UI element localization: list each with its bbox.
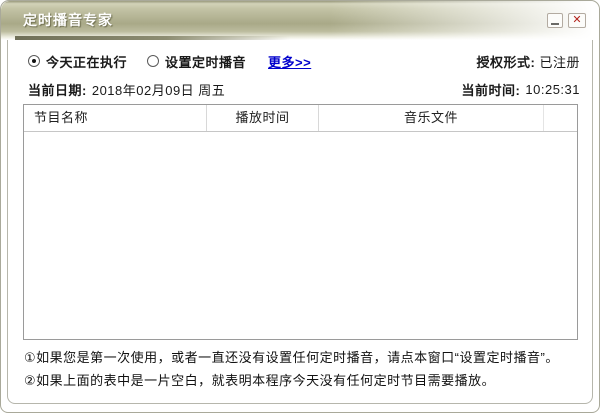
close-button[interactable]: ✕ [568,13,586,28]
radio-setup-control[interactable] [147,55,159,67]
schedule-table-header: 节目名称 播放时间 音乐文件 [24,105,577,132]
current-time: 当前时间: 10:25:31 [462,80,580,99]
app-window: 定时播音专家 ✕ 今天正在执行 设置定时播音 更多>> 授权形式: 已注册 [0,0,600,413]
current-date-value: 2018年02月09日 周五 [92,80,225,99]
status-row: 当前日期: 2018年02月09日 周五 当前时间: 10:25:31 [28,80,580,98]
footnote-line-2: ②如果上面的表中是一片空白，就表明本程序今天没有任何定时节目需要播放。 [24,369,582,392]
close-icon: ✕ [572,15,581,26]
license-status: 授权形式: 已注册 [477,52,580,71]
footnotes: ①如果您是第一次使用，或者一直还没有设置任何定时播音，请点本窗口“设置定时播音”… [24,346,582,392]
radio-setup-option[interactable]: 设置定时播音 [147,52,246,71]
column-header-blank [544,105,577,131]
radio-today-option[interactable]: 今天正在执行 [28,52,127,71]
radio-today-label: 今天正在执行 [46,52,127,71]
more-link[interactable]: 更多>> [268,52,311,71]
radio-setup-label: 设置定时播音 [165,52,246,71]
column-header-play-time[interactable]: 播放时间 [207,105,319,131]
window-title: 定时播音专家 [23,10,113,30]
radio-today-control[interactable] [28,55,40,67]
column-header-program-name[interactable]: 节目名称 [24,105,207,131]
titlebar[interactable]: 定时播音专家 ✕ [1,1,599,40]
minimize-button[interactable] [547,13,563,28]
content-panel: 今天正在执行 设置定时播音 更多>> 授权形式: 已注册 当前日期: 2018年… [7,40,593,404]
schedule-table-body[interactable] [24,132,577,339]
column-header-music-file[interactable]: 音乐文件 [319,105,544,131]
mode-toolbar: 今天正在执行 设置定时播音 更多>> 授权形式: 已注册 [28,51,580,71]
license-value: 已注册 [539,55,580,70]
current-time-value: 10:25:31 [525,82,580,97]
current-date-label: 当前日期: [28,80,87,99]
footnote-line-1: ①如果您是第一次使用，或者一直还没有设置任何定时播音，请点本窗口“设置定时播音”… [24,346,582,369]
schedule-table: 节目名称 播放时间 音乐文件 [23,104,578,340]
license-label: 授权形式: [477,55,536,70]
minimize-icon [551,23,559,25]
current-time-label: 当前时间: [462,80,521,99]
